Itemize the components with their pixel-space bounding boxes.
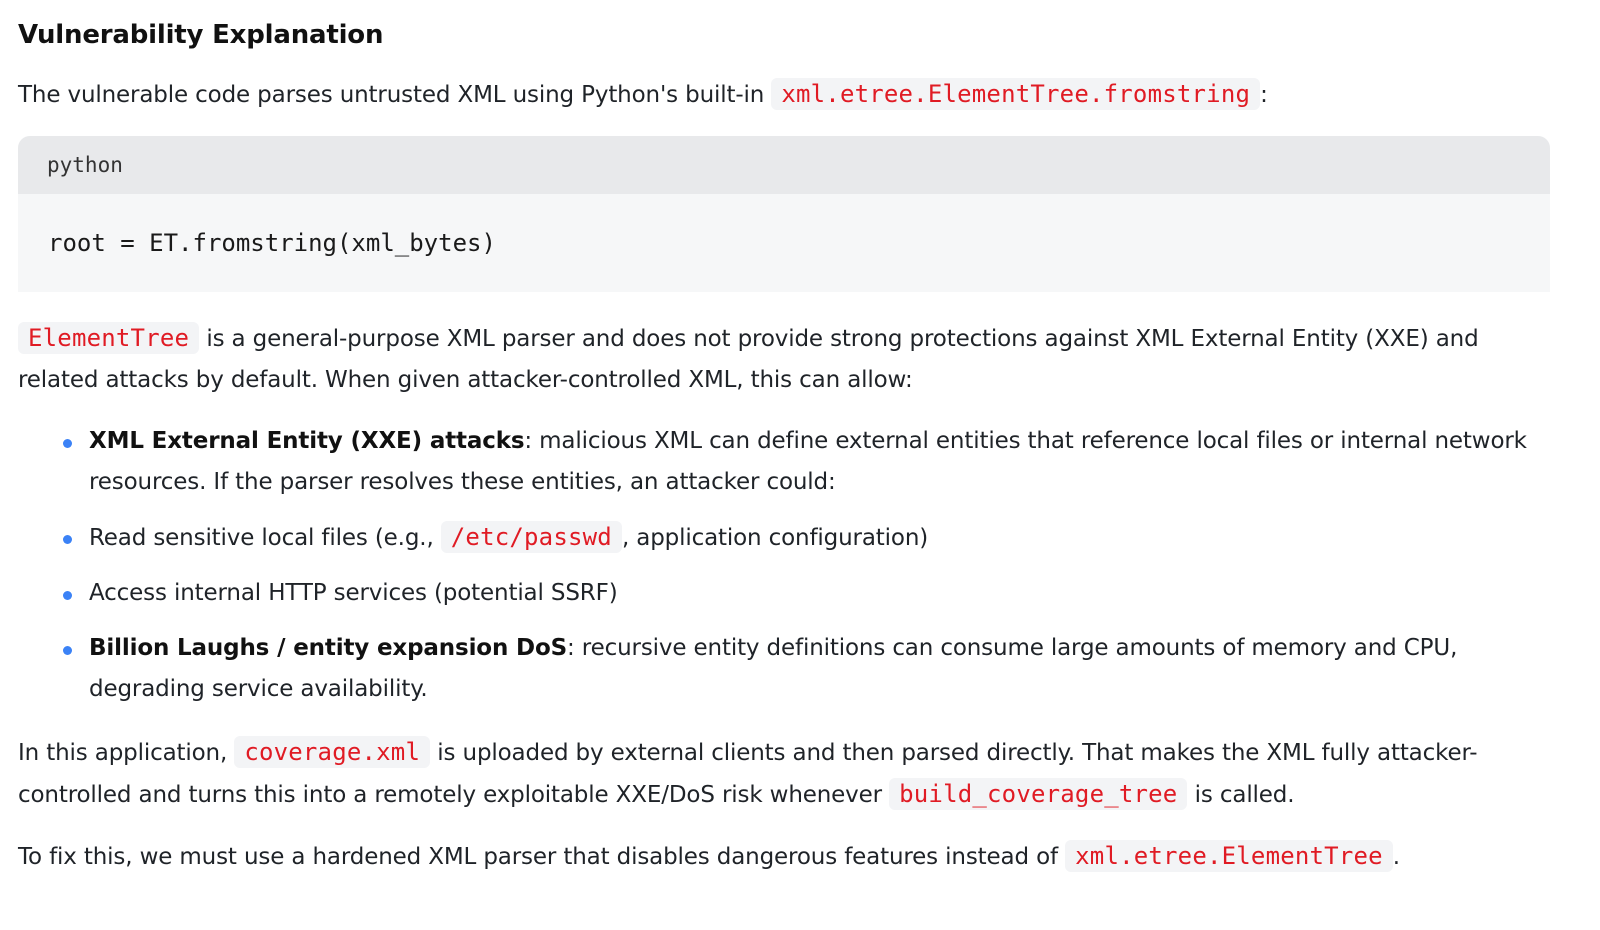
list-item-text: Read sensitive local files (e.g., [89, 525, 434, 551]
application-text-3: is called. [1194, 782, 1295, 808]
fix-suffix: . [1392, 844, 1400, 870]
inline-code-coverage-xml: coverage.xml [234, 736, 431, 768]
list-item: Read sensitive local files (e.g., /etc/p… [63, 517, 1550, 559]
inline-code-fromstring: xml.etree.ElementTree.fromstring [771, 78, 1261, 110]
inline-code-build-coverage-tree: build_coverage_tree [889, 778, 1188, 810]
document: Vulnerability Explanation The vulnerable… [0, 0, 1600, 878]
fix-paragraph: To fix this, we must use a hardened XML … [18, 836, 1550, 878]
inline-code-etree: xml.etree.ElementTree [1065, 840, 1393, 872]
list-item-bold: XML External Entity (XXE) attacks [89, 428, 525, 454]
code-language-label: python [18, 136, 1550, 194]
inline-code-elementtree: ElementTree [18, 322, 200, 354]
list-item: XML External Entity (XXE) attacks: malic… [63, 421, 1550, 503]
list-item-text: , application configuration) [621, 525, 929, 551]
list-item-text: Access internal HTTP services (potential… [89, 580, 618, 606]
code-content: root = ET.fromstring(xml_bytes) [48, 229, 496, 257]
elementtree-text: is a general-purpose XML parser and does… [18, 326, 1479, 393]
application-text-1: In this application, [18, 740, 228, 766]
code-block: python root = ET.fromstring(xml_bytes) [18, 136, 1550, 292]
intro-paragraph: The vulnerable code parses untrusted XML… [18, 74, 1550, 116]
application-paragraph: In this application, coverage.xml is upl… [18, 732, 1550, 816]
elementtree-paragraph: ElementTree is a general-purpose XML par… [18, 318, 1550, 401]
inline-code-etc-passwd: /etc/passwd [440, 521, 622, 553]
intro-suffix: : [1260, 82, 1268, 108]
fix-text: To fix this, we must use a hardened XML … [18, 844, 1058, 870]
list-item: Billion Laughs / entity expansion DoS: r… [63, 628, 1550, 710]
intro-text: The vulnerable code parses untrusted XML… [18, 82, 765, 108]
list-item: Access internal HTTP services (potential… [63, 573, 1550, 614]
section-heading: Vulnerability Explanation [18, 20, 384, 50]
attack-list: XML External Entity (XXE) attacks: malic… [18, 421, 1550, 710]
list-item-bold: Billion Laughs / entity expansion DoS [89, 635, 568, 661]
